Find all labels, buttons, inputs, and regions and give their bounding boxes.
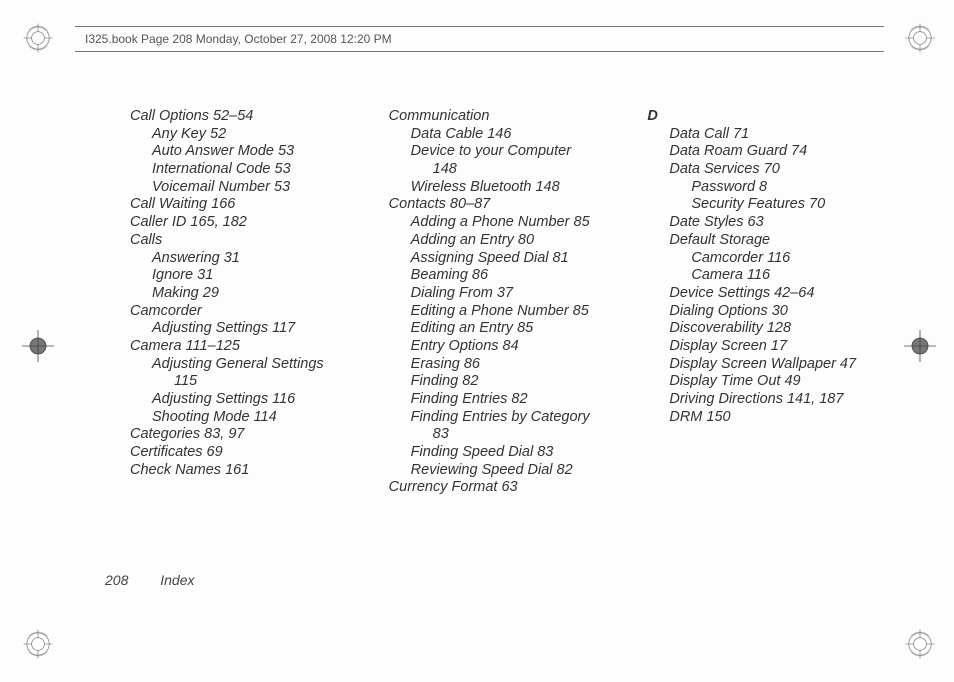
index-entry: Call Waiting 166 (130, 196, 353, 214)
index-entry: D (647, 108, 870, 126)
index-entry: Adding a Phone Number 85 (389, 214, 612, 232)
index-entry: Adjusting General Settings (130, 356, 353, 374)
index-entry: Camera 111–125 (130, 338, 353, 356)
index-entry: Adding an Entry 80 (389, 232, 612, 250)
index-entry: Ignore 31 (130, 267, 353, 285)
index-entry: Driving Directions 141, 187 (647, 391, 870, 409)
footer-label: Index (160, 572, 194, 588)
crop-mark-icon (22, 22, 54, 54)
index-content: Call Options 52–54Any Key 52Auto Answer … (130, 108, 870, 497)
index-column-3: DData Call 71Data Roam Guard 74Data Serv… (647, 108, 870, 497)
index-entry: Date Styles 63 (647, 214, 870, 232)
crop-mark-icon (904, 22, 936, 54)
registration-mark-icon (22, 330, 54, 362)
index-entry: Beaming 86 (389, 267, 612, 285)
index-entry: Editing a Phone Number 85 (389, 303, 612, 321)
index-entry: Making 29 (130, 285, 353, 303)
index-entry: Answering 31 (130, 250, 353, 268)
index-entry: Entry Options 84 (389, 338, 612, 356)
index-entry: Communication (389, 108, 612, 126)
index-entry: Device to your Computer (389, 143, 612, 161)
index-entry: International Code 53 (130, 161, 353, 179)
index-entry: Password 8 (647, 179, 870, 197)
index-entry: Data Call 71 (647, 126, 870, 144)
crop-mark-icon (22, 628, 54, 660)
index-entry: Finding Entries 82 (389, 391, 612, 409)
index-entry: Wireless Bluetooth 148 (389, 179, 612, 197)
index-entry: Finding Speed Dial 83 (389, 444, 612, 462)
index-entry: Shooting Mode 114 (130, 409, 353, 427)
index-entry: Assigning Speed Dial 81 (389, 250, 612, 268)
index-entry: Security Features 70 (647, 196, 870, 214)
index-entry: 115 (130, 373, 353, 391)
index-entry: Adjusting Settings 117 (130, 320, 353, 338)
index-entry: Finding 82 (389, 373, 612, 391)
index-entry: Editing an Entry 85 (389, 320, 612, 338)
index-entry: Calls (130, 232, 353, 250)
index-entry: Any Key 52 (130, 126, 353, 144)
index-entry: DRM 150 (647, 409, 870, 427)
index-entry: Check Names 161 (130, 462, 353, 480)
index-entry: Display Time Out 49 (647, 373, 870, 391)
index-entry: Currency Format 63 (389, 479, 612, 497)
index-entry: Certificates 69 (130, 444, 353, 462)
index-entry: Voicemail Number 53 (130, 179, 353, 197)
index-entry: Data Services 70 (647, 161, 870, 179)
registration-mark-icon (904, 330, 936, 362)
page-header: I325.book Page 208 Monday, October 27, 2… (75, 26, 884, 52)
index-column-1: Call Options 52–54Any Key 52Auto Answer … (130, 108, 353, 497)
index-entry: 148 (389, 161, 612, 179)
index-column-2: CommunicationData Cable 146Device to you… (389, 108, 612, 497)
index-entry: Camcorder 116 (647, 250, 870, 268)
index-entry: Erasing 86 (389, 356, 612, 374)
index-entry: Auto Answer Mode 53 (130, 143, 353, 161)
index-entry: Display Screen Wallpaper 47 (647, 356, 870, 374)
page-footer: 208 Index (105, 572, 195, 588)
index-entry: Finding Entries by Category (389, 409, 612, 427)
header-text: I325.book Page 208 Monday, October 27, 2… (85, 32, 392, 46)
index-entry: Default Storage (647, 232, 870, 250)
index-entry: Data Roam Guard 74 (647, 143, 870, 161)
page-number: 208 (105, 572, 128, 588)
index-entry: Data Cable 146 (389, 126, 612, 144)
index-entry: Camera 116 (647, 267, 870, 285)
index-entry: Device Settings 42–64 (647, 285, 870, 303)
index-entry: Reviewing Speed Dial 82 (389, 462, 612, 480)
index-entry: Camcorder (130, 303, 353, 321)
index-entry: Adjusting Settings 116 (130, 391, 353, 409)
index-entry: Dialing From 37 (389, 285, 612, 303)
index-entry: 83 (389, 426, 612, 444)
index-entry: Call Options 52–54 (130, 108, 353, 126)
index-entry: Discoverability 128 (647, 320, 870, 338)
index-entry: Dialing Options 30 (647, 303, 870, 321)
index-entry: Display Screen 17 (647, 338, 870, 356)
crop-mark-icon (904, 628, 936, 660)
index-entry: Contacts 80–87 (389, 196, 612, 214)
index-entry: Caller ID 165, 182 (130, 214, 353, 232)
index-entry: Categories 83, 97 (130, 426, 353, 444)
